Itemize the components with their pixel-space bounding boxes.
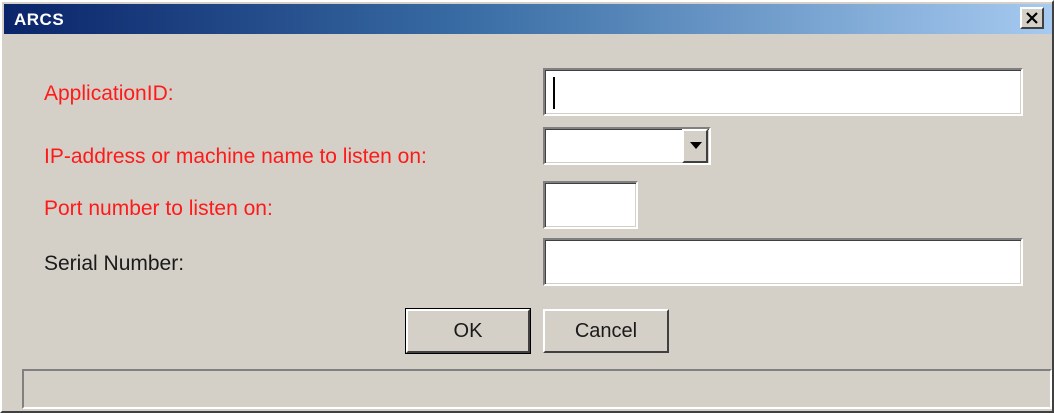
- arcs-dialog: ARCS ApplicationID: IP-address or machin…: [0, 0, 1054, 413]
- title-bar[interactable]: ARCS: [4, 4, 1052, 34]
- application-id-label: ApplicationID:: [44, 82, 174, 105]
- port-input[interactable]: [543, 181, 638, 229]
- cancel-button[interactable]: Cancel: [543, 309, 669, 353]
- serial-number-label: Serial Number:: [44, 252, 185, 275]
- window-title: ARCS: [14, 10, 65, 29]
- ip-address-label: IP-address or machine name to listen on:: [44, 145, 427, 168]
- chevron-down-icon: [690, 142, 702, 149]
- text-cursor: [553, 77, 555, 109]
- status-bar: [22, 369, 1052, 409]
- application-id-input[interactable]: [543, 68, 1023, 116]
- close-icon: [1026, 12, 1038, 24]
- ok-button[interactable]: OK: [405, 308, 531, 354]
- serial-number-input[interactable]: [543, 238, 1023, 286]
- port-label: Port number to listen on:: [44, 197, 273, 220]
- close-button[interactable]: [1020, 7, 1044, 29]
- ip-address-dropdown-button[interactable]: [682, 129, 708, 163]
